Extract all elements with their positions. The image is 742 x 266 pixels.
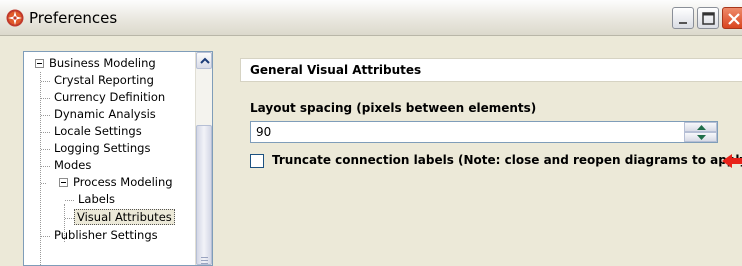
tree-connector (41, 149, 50, 150)
tree-connector (41, 236, 50, 237)
tree-item-label: Currency Definition (54, 90, 166, 104)
tree-item-locale-settings[interactable]: Locale Settings (52, 123, 144, 140)
tree-connector (41, 183, 46, 184)
tree-item-label: Modes (54, 158, 92, 172)
tree-item-label: Crystal Reporting (54, 73, 154, 87)
maximize-button[interactable] (697, 7, 719, 29)
tree-item-label: Dynamic Analysis (54, 107, 156, 121)
tree-item-crystal-reporting[interactable]: Crystal Reporting (52, 72, 156, 89)
tree-connector (41, 81, 50, 82)
preferences-tree[interactable]: Business Modeling Crystal Reporting Curr… (23, 51, 213, 266)
tree-item-dynamic-analysis[interactable]: Dynamic Analysis (52, 106, 158, 123)
tree-item-label: Logging Settings (54, 141, 151, 155)
tree-item-label: Locale Settings (54, 124, 142, 138)
layout-spacing-label: Layout spacing (pixels between elements) (250, 101, 537, 115)
truncate-labels-checkbox[interactable] (250, 154, 264, 168)
title-bar[interactable]: Preferences (0, 0, 742, 36)
tree-item-label: Visual Attributes (74, 209, 175, 225)
window-title: Preferences (29, 9, 118, 27)
preferences-app-icon (6, 9, 24, 27)
collapse-icon[interactable] (59, 178, 68, 187)
chevron-down-icon (697, 135, 706, 140)
section-title: General Visual Attributes (240, 58, 742, 82)
scroll-thumb[interactable] (196, 125, 212, 265)
tree-item-publisher-settings[interactable]: Publisher Settings (52, 227, 160, 244)
tree-item-label: Business Modeling (49, 56, 156, 70)
increment-button[interactable] (684, 122, 717, 132)
tree-item-label: Labels (78, 192, 116, 206)
tree-item-modes[interactable]: Modes (52, 157, 93, 174)
close-button[interactable] (722, 7, 742, 29)
tree-item-label: Publisher Settings (54, 228, 158, 242)
tree-connector (41, 132, 50, 133)
grip-line (201, 260, 208, 261)
collapse-icon[interactable] (35, 59, 44, 68)
scroll-up-button[interactable] (196, 52, 212, 69)
tree-item-logging-settings[interactable]: Logging Settings (52, 140, 152, 157)
grip-line (201, 257, 208, 258)
tree-item-label: Process Modeling (73, 175, 173, 189)
tree-item-business-modeling[interactable]: Business Modeling (47, 55, 158, 72)
minimize-button[interactable] (672, 7, 694, 29)
tree-connector (41, 115, 50, 116)
tree-item-process-modeling[interactable]: Process Modeling (71, 174, 175, 191)
chevron-up-icon (697, 125, 706, 130)
tree-scrollbar[interactable] (195, 52, 212, 265)
tree-connector (65, 218, 74, 219)
grip-line (201, 263, 208, 264)
maximize-icon (702, 12, 715, 25)
decrement-button[interactable] (684, 132, 717, 142)
chevron-up-icon (200, 57, 210, 64)
minimize-icon (679, 22, 687, 24)
close-icon (728, 13, 740, 25)
tree-item-currency-definition[interactable]: Currency Definition (52, 89, 167, 106)
preferences-window: Preferences Business Modeling Crystal Re… (0, 0, 742, 266)
tree-item-labels[interactable]: Labels (76, 191, 117, 208)
layout-spacing-stepper[interactable] (684, 122, 717, 142)
tree-connector (65, 200, 74, 201)
layout-spacing-input[interactable] (250, 121, 718, 143)
arrow-left-icon (722, 153, 742, 169)
tree-connector (41, 98, 50, 99)
tree-item-visual-attributes[interactable]: Visual Attributes (74, 209, 175, 226)
tree-connector (41, 166, 50, 167)
truncate-labels-label[interactable]: Truncate connection labels (Note: close … (272, 153, 742, 167)
